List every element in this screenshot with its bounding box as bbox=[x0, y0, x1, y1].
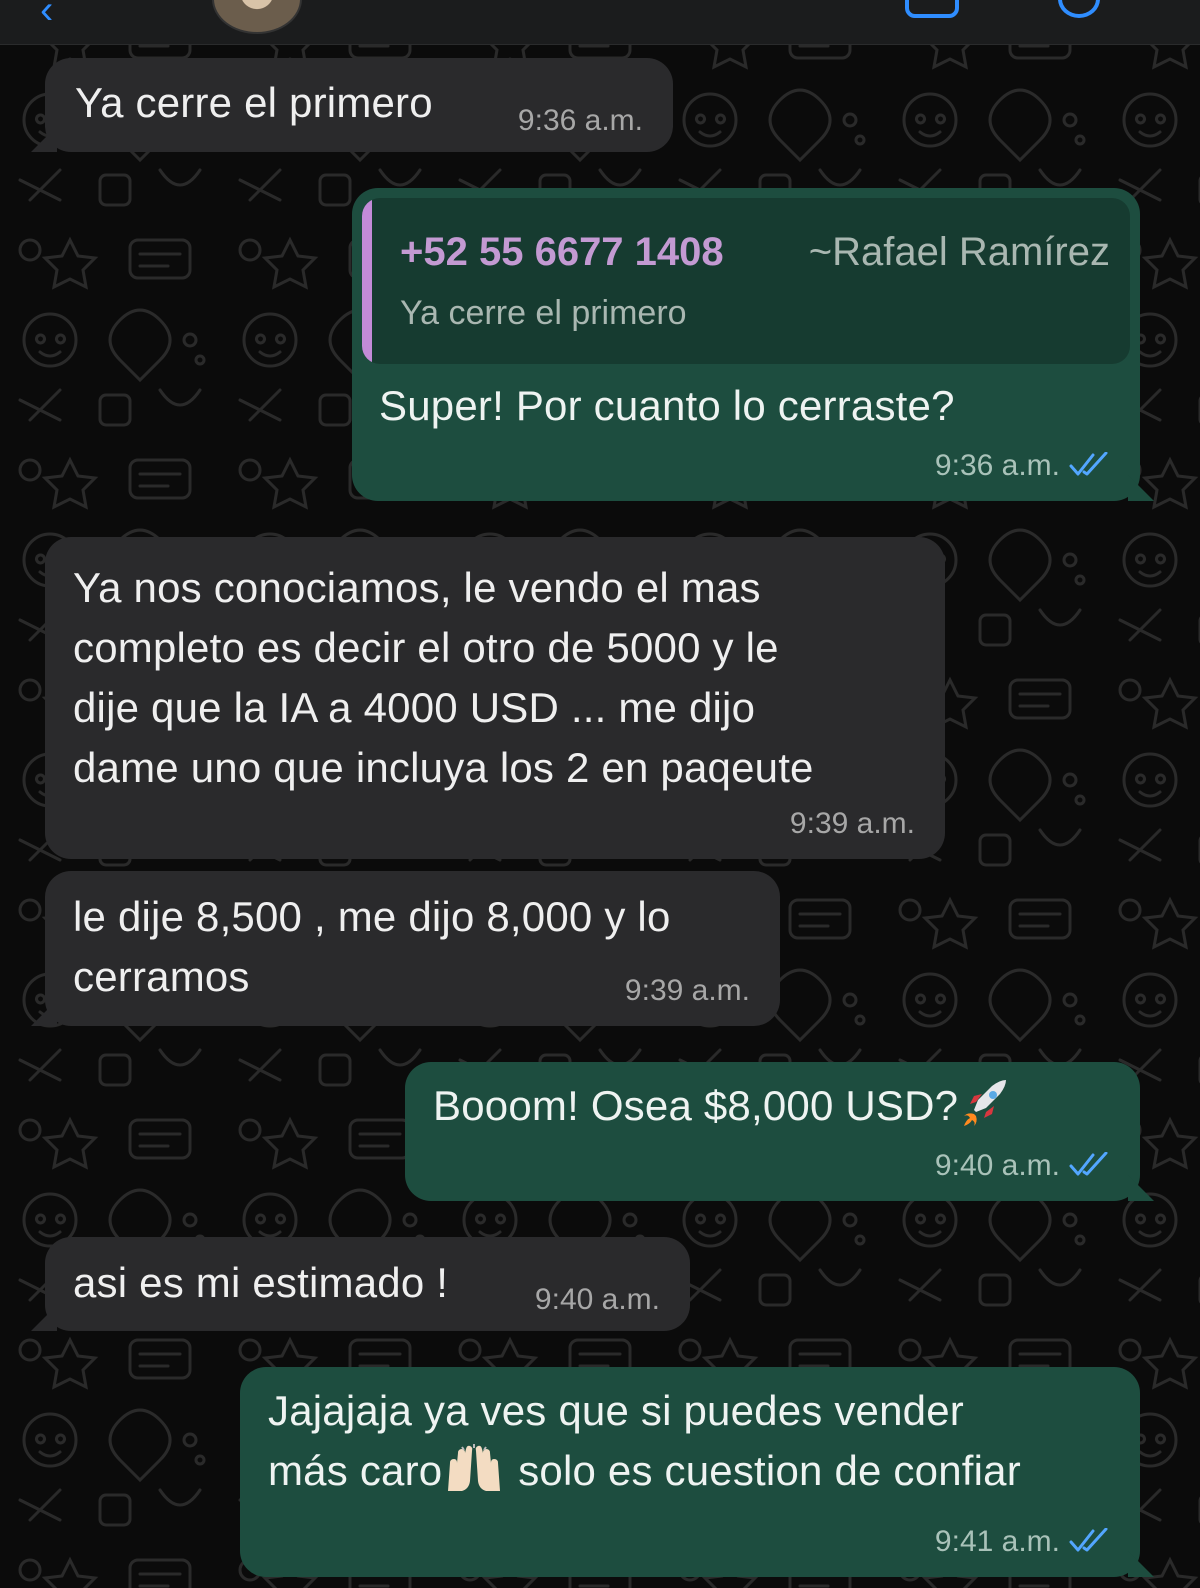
video-icon[interactable] bbox=[905, 0, 959, 18]
message-outgoing[interactable]: Jajajaja ya ves que si puedes vender más… bbox=[240, 1367, 1140, 1577]
message-line: dame uno que incluya los 2 en paqeute bbox=[73, 744, 814, 791]
quote-sender-phone: +52 55 6677 1408 bbox=[400, 230, 724, 274]
quote-text: Ya cerre el primero bbox=[400, 294, 687, 332]
message-meta: 9:40 a.m. bbox=[935, 1149, 1110, 1183]
quote-sender-name: ~Rafael Ramírez bbox=[808, 230, 1110, 274]
chevron-left-icon[interactable]: ‹ bbox=[40, 0, 53, 33]
message-text: Super! Por cuanto lo cerraste? bbox=[379, 382, 955, 429]
message-meta: 9:36 a.m. bbox=[935, 449, 1110, 483]
raising-hands-emoji bbox=[448, 1444, 501, 1491]
message-text: asi es mi estimado ! bbox=[73, 1259, 449, 1306]
message-incoming[interactable]: Ya cerre el primero 9:36 a.m. bbox=[45, 58, 673, 152]
message-time: 9:40 a.m. bbox=[534, 1283, 660, 1316]
message-text: Ya cerre el primero bbox=[75, 79, 433, 126]
message-line: Ya nos conociamos, le vendo el mas bbox=[73, 564, 761, 611]
message-line-part: más caro bbox=[268, 1447, 443, 1494]
avatar[interactable] bbox=[212, 0, 302, 34]
message-text: Booom! Osea $8,000 USD? bbox=[433, 1076, 1012, 1136]
message-line: le dije 8,500 , me dijo 8,000 y lo bbox=[73, 893, 671, 940]
message-line: más caro solo es cuestion de confiar bbox=[268, 1441, 1021, 1501]
quoted-message[interactable]: +52 55 6677 1408 ~Rafael Ramírez Ya cerr… bbox=[362, 198, 1130, 364]
message-outgoing[interactable]: +52 55 6677 1408 ~Rafael Ramírez Ya cerr… bbox=[352, 188, 1140, 501]
message-line: completo es decir el otro de 5000 y le bbox=[73, 624, 779, 671]
double-check-icon bbox=[1069, 452, 1108, 476]
double-check-icon bbox=[1069, 1528, 1108, 1552]
double-check-icon bbox=[1069, 1152, 1108, 1176]
chat-header: ‹ bbox=[0, 0, 1200, 45]
message-incoming[interactable]: Ya nos conociamos, le vendo el mas compl… bbox=[45, 537, 945, 859]
message-line: dije que la IA a 4000 USD ... me dijo bbox=[73, 684, 756, 731]
phone-icon[interactable] bbox=[1058, 0, 1100, 18]
message-incoming[interactable]: le dije 8,500 , me dijo 8,000 y lo cerra… bbox=[45, 871, 780, 1026]
quote-bar bbox=[362, 198, 372, 364]
message-line-part: solo es cuestion de confiar bbox=[506, 1447, 1021, 1494]
message-text: Jajajaja ya ves que si puedes vender más… bbox=[268, 1381, 1021, 1501]
message-time: 9:40 a.m. bbox=[934, 1149, 1060, 1182]
rocket-emoji bbox=[964, 1080, 1007, 1126]
message-time: 9:36 a.m. bbox=[517, 104, 643, 137]
message-time: 9:39 a.m. bbox=[624, 974, 750, 1007]
message-outgoing[interactable]: Booom! Osea $8,000 USD? 9:40 a.m. bbox=[405, 1062, 1140, 1201]
message-text: Ya nos conociamos, le vendo el mas compl… bbox=[73, 558, 814, 798]
message-text: le dije 8,500 , me dijo 8,000 y lo cerra… bbox=[73, 887, 671, 1007]
message-time: 9:41 a.m. bbox=[934, 1525, 1060, 1558]
message-line: cerramos bbox=[73, 953, 250, 1000]
message-line: Jajajaja ya ves que si puedes vender bbox=[268, 1387, 964, 1434]
message-incoming[interactable]: asi es mi estimado ! 9:40 a.m. bbox=[45, 1237, 690, 1331]
message-time: 9:36 a.m. bbox=[934, 449, 1060, 482]
message-time: 9:39 a.m. bbox=[789, 807, 915, 840]
message-text-content: Booom! Osea $8,000 USD? bbox=[433, 1082, 959, 1129]
message-meta: 9:41 a.m. bbox=[935, 1525, 1110, 1559]
